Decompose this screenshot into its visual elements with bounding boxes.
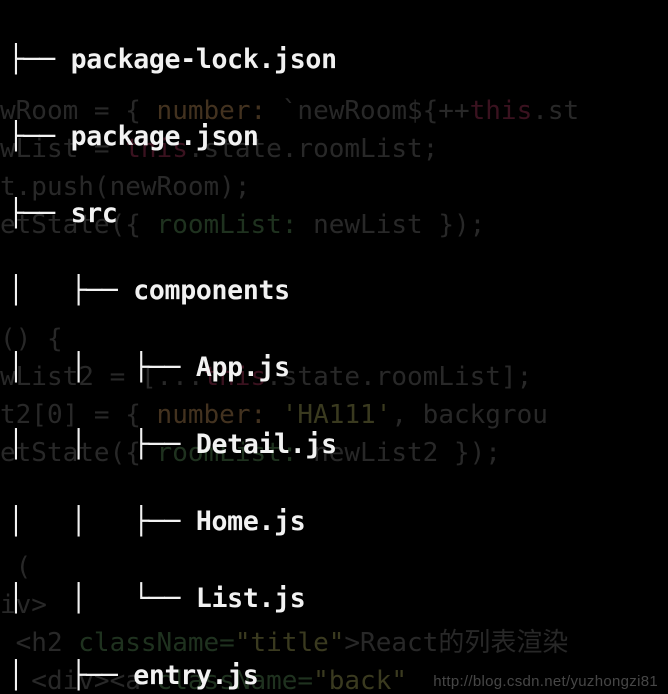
- tree-line: │ │ ├── App.js: [8, 349, 352, 388]
- tree-line: ├── src: [8, 195, 352, 234]
- watermark: http://blog.csdn.net/yuzhongzi81: [433, 673, 658, 690]
- tree-line: ├── package.json: [8, 118, 352, 157]
- tree-line: │ │ ├── Detail.js: [8, 426, 352, 465]
- tree-line: ├── package-lock.json: [8, 41, 352, 80]
- tree-line: │ ├── components: [8, 272, 352, 311]
- file-tree: ├── package-lock.json ├── package.json ├…: [0, 0, 352, 694]
- tree-line: │ │ └── List.js: [8, 580, 352, 619]
- tree-line: │ ├── entry.js: [8, 657, 352, 694]
- tree-line: │ │ ├── Home.js: [8, 503, 352, 542]
